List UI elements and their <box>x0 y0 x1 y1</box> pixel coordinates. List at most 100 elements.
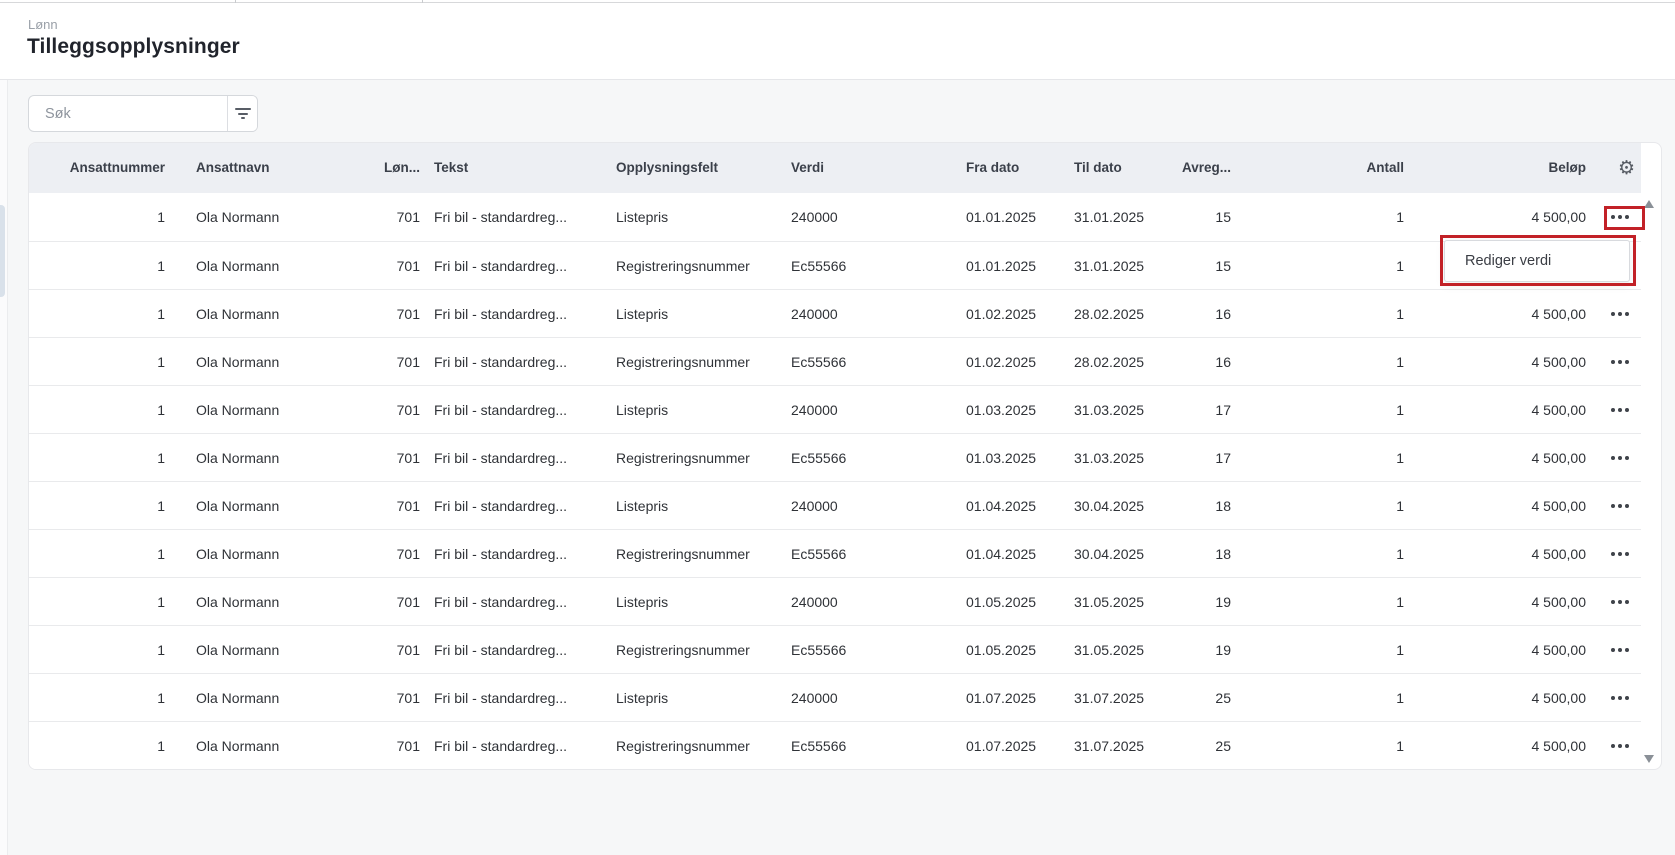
row-actions-button[interactable] <box>1601 734 1639 758</box>
cell-antall: 1 <box>1236 482 1408 529</box>
cell-tekst: Fri bil - standardreg... <box>420 674 601 721</box>
table-row[interactable]: 1Ola Normann701Fri bil - standardreg...L… <box>29 385 1641 433</box>
table-row[interactable]: 1Ola Normann701Fri bil - standardreg...L… <box>29 673 1641 721</box>
column-settings-button[interactable]: ⚙ <box>1618 143 1641 193</box>
cell-tekst: Fri bil - standardreg... <box>420 242 601 289</box>
column-header-actions: ⚙ <box>1590 143 1641 193</box>
cell-verdi: Ec55566 <box>776 530 951 577</box>
cell-antall: 1 <box>1236 386 1408 433</box>
table-row[interactable]: 1Ola Normann701Fri bil - standardreg...R… <box>29 433 1641 481</box>
cell-til_dato: 31.05.2025 <box>1059 626 1167 673</box>
cell-lonnsart: 701 <box>331 193 420 241</box>
cell-lonnsart: 701 <box>331 290 420 337</box>
cell-ansattnavn: Ola Normann <box>165 242 331 289</box>
table-row[interactable]: 1Ola Normann701Fri bil - standardreg...R… <box>29 721 1641 769</box>
cell-antall: 1 <box>1236 434 1408 481</box>
table-row[interactable]: 1Ola Normann701Fri bil - standardreg...R… <box>29 625 1641 673</box>
row-actions-button[interactable] <box>1601 446 1639 470</box>
filter-button[interactable] <box>227 96 257 131</box>
column-header-lonnsart[interactable]: Løn... <box>331 143 420 193</box>
ellipsis-icon <box>1611 408 1629 412</box>
column-header-ansattnummer[interactable]: Ansattnummer <box>29 143 165 193</box>
drawer-handle[interactable] <box>0 205 5 297</box>
cell-lonnsart: 701 <box>331 722 420 769</box>
table-row[interactable]: 1Ola Normann701Fri bil - standardreg...R… <box>29 241 1641 289</box>
column-header-antall[interactable]: Antall <box>1236 143 1408 193</box>
gear-icon: ⚙ <box>1618 159 1635 178</box>
row-actions-button[interactable] <box>1601 686 1639 710</box>
cell-lonnsart: 701 <box>331 578 420 625</box>
filter-icon <box>235 106 251 122</box>
ellipsis-icon <box>1611 696 1629 700</box>
table-row[interactable]: 1Ola Normann701Fri bil - standardreg...L… <box>29 193 1641 241</box>
cell-actions <box>1590 530 1641 577</box>
cell-ansattnummer: 1 <box>29 338 165 385</box>
cell-belop: 4 500,00 <box>1408 338 1590 385</box>
cell-avreg: 19 <box>1167 626 1236 673</box>
scroll-down-button[interactable] <box>1641 752 1657 766</box>
row-actions-button[interactable] <box>1601 302 1639 326</box>
table-row[interactable]: 1Ola Normann701Fri bil - standardreg...R… <box>29 529 1641 577</box>
cell-lonnsart: 701 <box>331 626 420 673</box>
cell-til_dato: 31.01.2025 <box>1059 242 1167 289</box>
column-header-verdi[interactable]: Verdi <box>776 143 951 193</box>
cell-ansattnummer: 1 <box>29 722 165 769</box>
table-row[interactable]: 1Ola Normann701Fri bil - standardreg...R… <box>29 337 1641 385</box>
cell-til_dato: 30.04.2025 <box>1059 530 1167 577</box>
cell-til_dato: 31.01.2025 <box>1059 193 1167 241</box>
cell-ansattnummer: 1 <box>29 482 165 529</box>
cell-belop: 4 500,00 <box>1408 193 1590 241</box>
cell-belop: 4 500,00 <box>1408 434 1590 481</box>
row-actions-button[interactable] <box>1601 398 1639 422</box>
column-header-til_dato[interactable]: Til dato <box>1059 143 1167 193</box>
row-actions-button[interactable] <box>1601 542 1639 566</box>
left-edge-strip <box>0 80 8 855</box>
cell-actions <box>1590 290 1641 337</box>
cell-opplysningsfelt: Listepris <box>601 674 776 721</box>
cell-opplysningsfelt: Listepris <box>601 290 776 337</box>
row-actions-button[interactable] <box>1601 494 1639 518</box>
cell-ansattnavn: Ola Normann <box>165 482 331 529</box>
cell-antall: 1 <box>1236 290 1408 337</box>
search-input[interactable] <box>29 96 227 131</box>
cell-opplysningsfelt: Listepris <box>601 193 776 241</box>
cell-belop: 4 500,00 <box>1408 722 1590 769</box>
column-header-tekst[interactable]: Tekst <box>420 143 601 193</box>
column-header-ansattnavn[interactable]: Ansattnavn <box>165 143 331 193</box>
column-header-opplysningsfelt[interactable]: Opplysningsfelt <box>601 143 776 193</box>
column-header-fra_dato[interactable]: Fra dato <box>951 143 1059 193</box>
cell-opplysningsfelt: Registreringsnummer <box>601 434 776 481</box>
cell-tekst: Fri bil - standardreg... <box>420 338 601 385</box>
cell-til_dato: 31.07.2025 <box>1059 722 1167 769</box>
table-row[interactable]: 1Ola Normann701Fri bil - standardreg...L… <box>29 289 1641 337</box>
cell-belop: 4 500,00 <box>1408 578 1590 625</box>
menu-item-rediger-verdi[interactable]: Rediger verdi <box>1445 241 1629 281</box>
table-row[interactable]: 1Ola Normann701Fri bil - standardreg...L… <box>29 577 1641 625</box>
content-area: AnsattnummerAnsattnavnLøn...TekstOpplysn… <box>0 80 1675 855</box>
cell-antall: 1 <box>1236 722 1408 769</box>
cell-ansattnavn: Ola Normann <box>165 530 331 577</box>
row-actions-button[interactable] <box>1601 350 1639 374</box>
top-tab-strip <box>0 0 1675 3</box>
row-actions-button[interactable] <box>1601 638 1639 662</box>
context-menu: Rediger verdi <box>1444 240 1630 282</box>
column-header-avreg[interactable]: Avreg... <box>1167 143 1236 193</box>
row-actions-button[interactable] <box>1601 205 1639 229</box>
row-actions-button[interactable] <box>1601 590 1639 614</box>
cell-fra_dato: 01.01.2025 <box>951 242 1059 289</box>
scroll-up-button[interactable] <box>1641 197 1657 211</box>
cell-til_dato: 31.03.2025 <box>1059 434 1167 481</box>
page-header: Lønn Tilleggsopplysninger <box>0 4 1675 80</box>
cell-verdi: 240000 <box>776 193 951 241</box>
cell-opplysningsfelt: Listepris <box>601 482 776 529</box>
cell-avreg: 15 <box>1167 242 1236 289</box>
cell-verdi: 240000 <box>776 290 951 337</box>
cell-ansattnavn: Ola Normann <box>165 626 331 673</box>
table-row[interactable]: 1Ola Normann701Fri bil - standardreg...L… <box>29 481 1641 529</box>
cell-avreg: 15 <box>1167 193 1236 241</box>
scroll-down-arrow <box>1644 755 1654 763</box>
cell-til_dato: 31.05.2025 <box>1059 578 1167 625</box>
column-header-belop[interactable]: Beløp <box>1408 143 1590 193</box>
cell-antall: 1 <box>1236 626 1408 673</box>
cell-tekst: Fri bil - standardreg... <box>420 482 601 529</box>
